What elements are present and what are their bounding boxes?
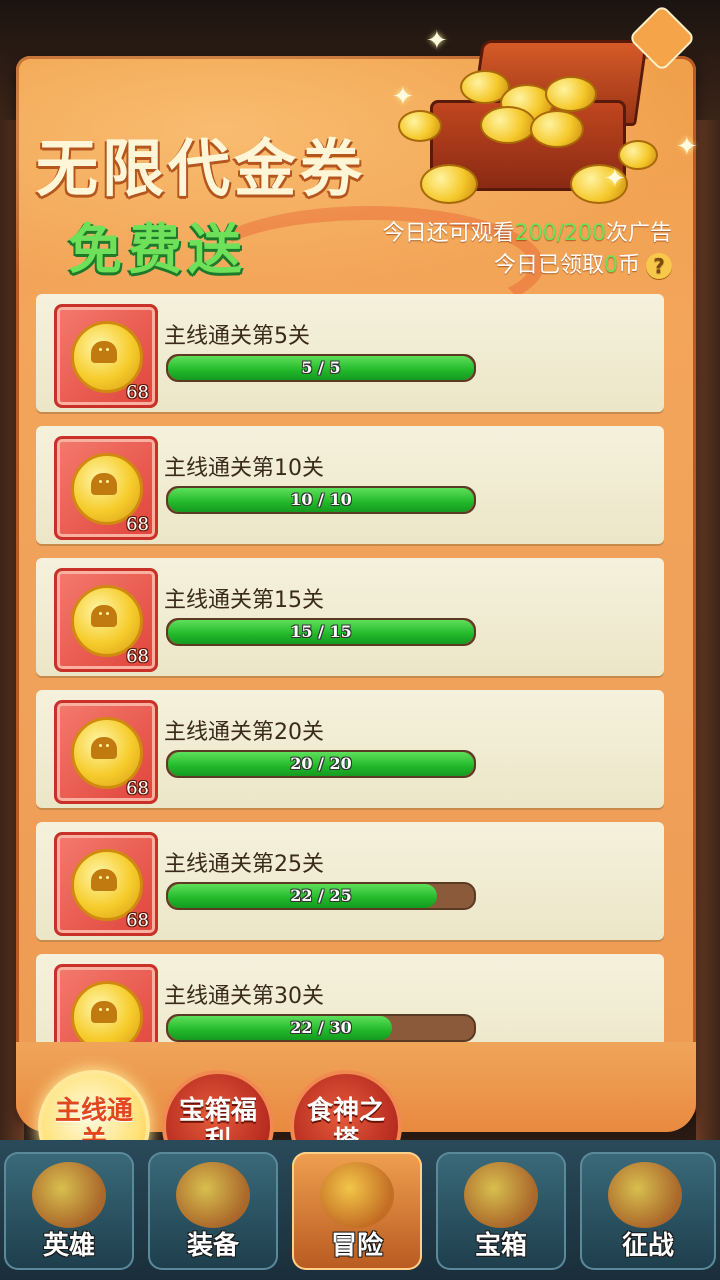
chef-hat-icon [91, 605, 117, 627]
reward-amount: 68 [126, 646, 149, 667]
progress-bar: 20 / 20 [166, 750, 476, 778]
quest-row[interactable]: 68 主线通关第15关 15 / 15 [36, 558, 664, 676]
voucher-coin-icon: 68 [54, 568, 158, 672]
voucher-coin-icon: 68 [54, 304, 158, 408]
nav-adventure[interactable]: 冒险 [292, 1152, 422, 1270]
equipment-icon [176, 1162, 250, 1228]
chef-hat-icon [91, 869, 117, 891]
reward-amount: 68 [126, 382, 149, 403]
hero-icon [32, 1162, 106, 1228]
quest-label: 主线通关第10关 [164, 456, 324, 481]
progress-text: 22 / 30 [290, 1018, 352, 1037]
chef-hat-icon [91, 737, 117, 759]
progress-bar: 22 / 30 [166, 1014, 476, 1042]
ad-count: 200/200 [514, 221, 606, 246]
campaign-flag-icon [608, 1162, 682, 1228]
sparkle-icon: ✦ [676, 132, 698, 162]
nav-heroes[interactable]: 英雄 [4, 1152, 134, 1270]
voucher-coin-icon: 68 [54, 964, 158, 1044]
chef-hat-icon [91, 341, 117, 363]
chef-hat-icon [91, 473, 117, 495]
quest-row[interactable]: 68主线通关第30关 22 / 30 [36, 954, 664, 1044]
progress-bar: 15 / 15 [166, 618, 476, 646]
claimed-count: 0 [603, 253, 618, 278]
ad-remaining-line: 今日还可观看200/200次广告 [382, 221, 672, 246]
quest-row[interactable]: 68 主线通关第10关 10 / 10 [36, 426, 664, 544]
quest-label: 主线通关第20关 [164, 720, 324, 745]
quest-list[interactable]: 68 主线通关第5关 5 / 5 68 主线通关第10关 10 / 10 68 主线通关第15… [36, 294, 664, 1044]
sparkle-icon: ✦ [604, 164, 626, 194]
sparkle-icon: ✦ [426, 26, 448, 56]
page-subtitle: 免费送 [68, 217, 248, 281]
voucher-coin-icon: 68 [54, 436, 158, 540]
chef-hat-icon [91, 1001, 117, 1023]
progress-text: 10 / 10 [290, 490, 352, 509]
quest-label: 主线通关第15关 [164, 588, 324, 613]
quest-row[interactable]: 68 主线通关第5关 5 / 5 [36, 294, 664, 412]
sparkle-icon: ✦ [392, 82, 414, 112]
reward-amount: 68 [126, 778, 149, 799]
claimed-line: 今日已领取0币? [383, 250, 672, 282]
quest-label: 主线通关第30关 [164, 984, 324, 1009]
quest-row[interactable]: 68 主线通关第20关 20 / 20 [36, 690, 664, 808]
reward-amount: 68 [126, 514, 149, 535]
chest-icon [464, 1162, 538, 1228]
nav-chest[interactable]: 宝箱 [436, 1152, 566, 1270]
bottom-nav: 英雄 装备 冒险 宝箱 征战 [0, 1140, 720, 1280]
progress-bar: 22 / 25 [166, 882, 476, 910]
nav-campaign[interactable]: 征战 [580, 1152, 716, 1270]
page-title: 无限代金券 [36, 132, 367, 205]
progress-text: 22 / 25 [290, 886, 352, 905]
progress-bar: 10 / 10 [166, 486, 476, 514]
nav-equipment[interactable]: 装备 [148, 1152, 278, 1270]
voucher-coin-icon: 68 [54, 832, 158, 936]
quest-row[interactable]: 68 主线通关第25关 22 / 25 [36, 822, 664, 940]
progress-text: 20 / 20 [290, 754, 352, 773]
quest-label: 主线通关第5关 [164, 324, 310, 349]
progress-text: 15 / 15 [290, 622, 352, 641]
ad-info: 今日还可观看200/200次广告 今日已领取0币? [383, 218, 672, 282]
progress-text: 5 / 5 [301, 358, 341, 377]
help-icon[interactable]: ? [646, 253, 672, 279]
background-right [696, 120, 720, 1140]
quest-label: 主线通关第25关 [164, 852, 324, 877]
progress-bar: 5 / 5 [166, 354, 476, 382]
reward-amount: 68 [126, 910, 149, 931]
voucher-coin-icon: 68 [54, 700, 158, 804]
adventure-icon [320, 1162, 394, 1228]
